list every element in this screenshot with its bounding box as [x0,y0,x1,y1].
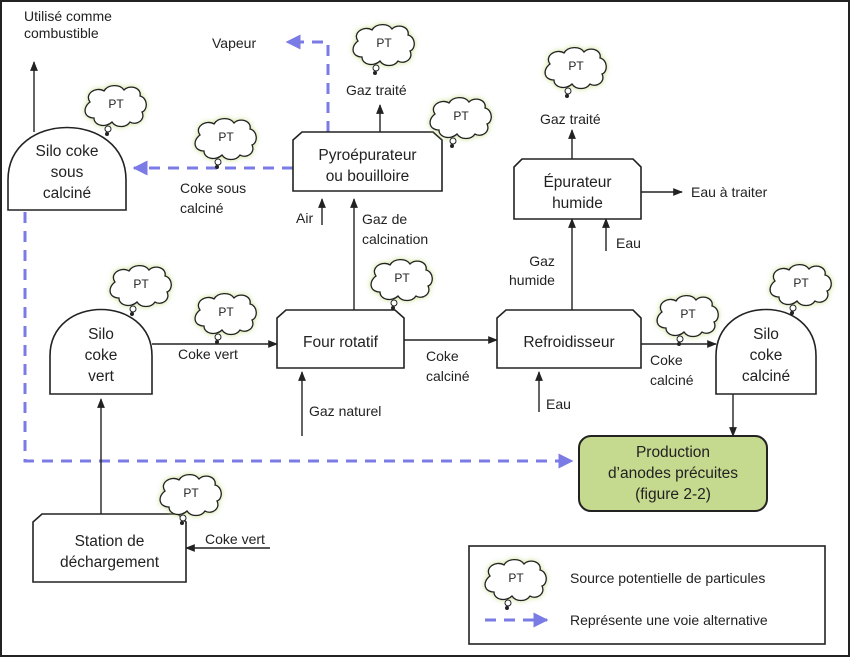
label-eau-epurateur: Eau [616,235,641,251]
svg-text:PT: PT [108,97,124,111]
node-refroidisseur-label: Refroidisseur [523,333,615,351]
pt-cloud-silo-calcine: PT [770,265,831,315]
label-coke-vert-2: Coke vert [205,531,265,547]
label-gaz-calcination: Gaz de calcination [362,211,429,247]
legend-source-label: Source potentielle de particules [570,570,766,586]
label-coke-calcine-2: Coke calciné [650,352,694,388]
svg-text:PT: PT [508,571,524,585]
svg-text:PT: PT [218,305,234,319]
label-air: Air [296,210,314,226]
pt-cloud-gaz-traite-epurateur: PT [545,48,606,98]
svg-text:PT: PT [183,486,199,500]
pt-cloud-silo-sous-calcine: PT [85,86,146,136]
node-epurateur-label: Épurateur humide [543,174,612,212]
svg-text:PT: PT [568,59,584,73]
node-station-label: Station de déchargement [59,533,160,571]
node-silo-vert-label: Silo coke vert [84,325,118,385]
pt-cloud-coke-calcine: PT [657,296,718,346]
node-silo-calcine-label: Silo coke calciné [741,325,791,385]
svg-text:PT: PT [793,276,809,290]
legend-alternative-label: Représente une voie alternative [570,612,768,628]
svg-text:PT: PT [133,277,149,291]
pt-cloud-gaz-traite-pyro: PT [353,25,414,75]
process-diagram: PT PT PT PT PT PT PT PT PT PT PT PT Silo… [0,0,850,657]
label-gaz-humide: Gaz humide [509,253,555,288]
label-vapeur: Vapeur [212,35,257,51]
node-production-label: Production d’anodes précuites (figure 2-… [607,444,739,503]
label-coke-sous-calcine: Coke sous calciné [180,180,247,216]
alt-path-vapeur [285,34,330,132]
label-coke-calcine-1: Coke calciné [426,348,470,384]
node-pyroepurateur-label: Pyroépurateur ou bouilloire [318,146,417,185]
label-eau-refroidisseur: Eau [546,396,571,412]
pt-cloud-four: PT [371,260,432,310]
label-eau-a-traiter: Eau à traiter [691,184,768,200]
svg-text:PT: PT [376,36,392,50]
label-gaz-traite-pyro: Gaz traité [346,82,407,98]
svg-text:PT: PT [680,307,696,321]
pt-cloud-coke-vert: PT [195,294,256,344]
pt-cloud-silo-vert: PT [110,266,171,316]
svg-text:PT: PT [453,109,469,123]
node-four-label: Four rotatif [303,333,378,351]
label-coke-vert-1: Coke vert [178,346,238,362]
label-gaz-traite-epurateur: Gaz traité [540,111,601,127]
svg-text:PT: PT [218,130,234,144]
svg-text:PT: PT [394,271,410,285]
legend: PT [468,545,826,645]
pt-cloud-coke-sous-calcine: PT [195,119,256,169]
label-utilise-combustible: Utilisé comme combustible [24,8,112,41]
label-gaz-naturel: Gaz naturel [309,403,382,419]
node-silo-sous-calcine-label: Silo coke sous calciné [35,143,99,202]
